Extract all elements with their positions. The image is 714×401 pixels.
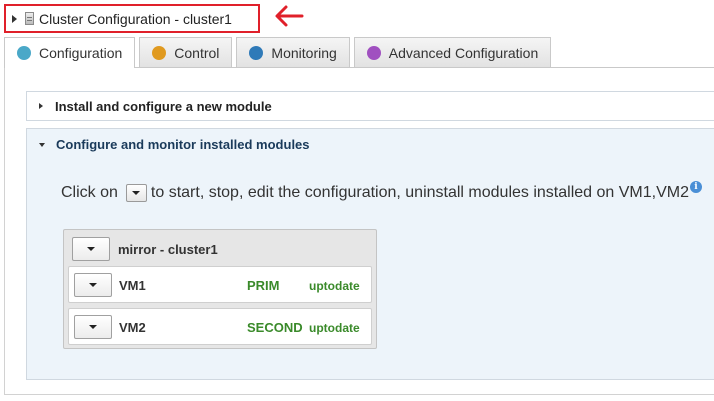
chevron-down-icon (87, 247, 95, 251)
monitoring-icon (249, 45, 264, 60)
tab-bar: Configuration Control Monitoring Advance… (4, 37, 555, 68)
vm-row: VM2 SECOND uptodate (68, 308, 372, 345)
cluster-config-header[interactable]: Cluster Configuration - cluster1 (4, 4, 260, 33)
expanded-triangle-icon (39, 142, 45, 147)
tab-label: Monitoring (271, 44, 337, 61)
install-module-section[interactable]: Install and configure a new module (26, 91, 714, 121)
vm-name: VM2 (119, 320, 146, 335)
cluster-box: mirror - cluster1 VM1 PRIM uptodate VM2 … (63, 229, 377, 349)
cluster-menu-button[interactable] (72, 237, 110, 261)
server-icon (25, 12, 34, 25)
info-icon[interactable]: i (689, 181, 702, 193)
cluster-name: mirror - cluster1 (118, 241, 218, 257)
cluster-header: mirror - cluster1 (72, 237, 218, 261)
vm-role: SECOND (247, 320, 303, 335)
chevron-down-icon (89, 283, 97, 287)
vm-status: uptodate (309, 321, 360, 335)
tab-label: Control (174, 44, 220, 61)
vm-menu-button[interactable] (74, 315, 112, 339)
install-module-label: Install and configure a new module (55, 98, 272, 114)
control-icon (152, 45, 167, 60)
chevron-down-icon (89, 325, 97, 329)
collapsed-triangle-icon (39, 103, 43, 109)
installed-modules-section: Configure and monitor installed modules … (26, 128, 714, 380)
advanced-icon (366, 45, 381, 60)
tab-control[interactable]: Control (139, 37, 233, 67)
instructions-text: Click on to start, stop, edit the config… (61, 181, 702, 202)
vm-status: uptodate (309, 279, 360, 293)
tab-label: Configuration (39, 45, 123, 61)
vm-role: PRIM (247, 278, 280, 293)
configuration-icon (17, 46, 31, 60)
page-title: Cluster Configuration - cluster1 (39, 10, 232, 27)
instructions-after: to start, stop, edit the configuration, … (150, 184, 689, 201)
vm-name: VM1 (119, 278, 146, 293)
tab-label: Advanced Configuration (388, 44, 539, 61)
installed-modules-label: Configure and monitor installed modules (56, 137, 310, 152)
instructions-before: Click on (61, 184, 118, 201)
vm-row: VM1 PRIM uptodate (68, 266, 372, 303)
expand-triangle-icon[interactable] (12, 14, 17, 23)
tab-configuration[interactable]: Configuration (4, 37, 136, 68)
tab-monitoring[interactable]: Monitoring (236, 37, 350, 67)
installed-modules-header[interactable]: Configure and monitor installed modules (39, 137, 310, 152)
vm-menu-button[interactable] (74, 273, 112, 297)
install-module-header[interactable]: Install and configure a new module (27, 99, 272, 114)
tab-advanced-configuration[interactable]: Advanced Configuration (353, 37, 552, 67)
red-arrow-icon (275, 5, 304, 27)
dropdown-example-icon (125, 184, 147, 202)
